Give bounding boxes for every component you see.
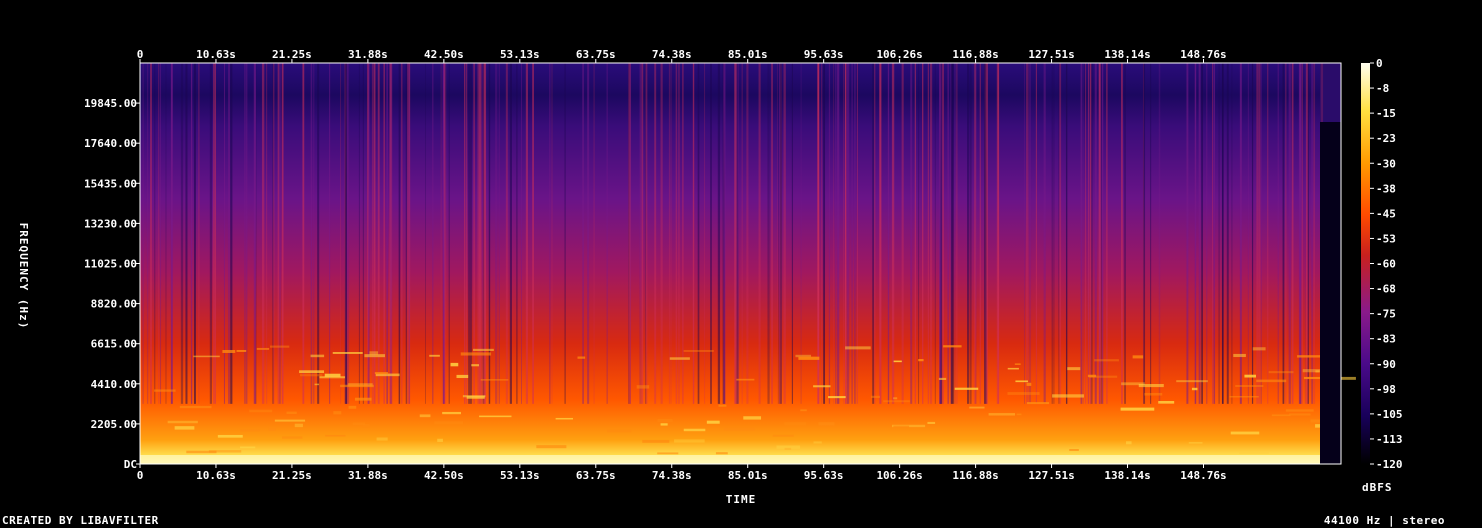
y-tick-label: 19845.00 [84, 97, 137, 110]
colorbar-tick-label: -8 [1376, 82, 1389, 95]
x-tick-label-bottom: 74.38s [652, 469, 692, 482]
y-tick-label: 13230.00 [84, 217, 137, 230]
x-tick-label-bottom: 148.76s [1180, 469, 1226, 482]
colorbar-tick-label: -38 [1376, 182, 1396, 195]
x-tick-label-top: 31.88s [348, 48, 388, 61]
colorbar-tick-label: -120 [1376, 458, 1403, 471]
y-tick-label: 2205.00 [91, 418, 137, 431]
colorbar-tick-label: -45 [1376, 207, 1396, 220]
x-tick-label-bottom: 10.63s [196, 469, 236, 482]
x-tick-label-top: 42.50s [424, 48, 464, 61]
colorbar-tick-label: 0 [1376, 57, 1383, 70]
colorbar-tick-label: -30 [1376, 157, 1396, 170]
x-tick-label-bottom: 95.63s [804, 469, 844, 482]
x-tick-label-top: 85.01s [728, 48, 768, 61]
spectrogram-chart: 0 10.63s 21.25s 31.88s 42.50s 53.13s 63.75s 74.… [17, 48, 1403, 506]
x-tick-label-top: 95.63s [804, 48, 844, 61]
x-axis-label: TIME [726, 493, 757, 506]
colorbar-tick-label: -15 [1376, 107, 1396, 120]
colorbar-tick-label: -23 [1376, 132, 1396, 145]
format-text: 44100 Hz | stereo [1323, 514, 1445, 527]
colorbar-tick-label: -90 [1376, 358, 1396, 371]
colorbar-tick-label: -68 [1376, 283, 1396, 296]
x-tick-label-bottom: 127.51s [1028, 469, 1074, 482]
x-tick-label-top: 116.88s [952, 48, 998, 61]
silence-region [1320, 122, 1341, 464]
x-tick-label-bottom: 53.13s [500, 469, 540, 482]
colorbar-tick-label: -98 [1376, 383, 1396, 396]
colorbar-tick-label: -53 [1376, 232, 1396, 245]
x-tick-label-bottom: 0 [137, 469, 144, 482]
x-tick-label-top: 0 [137, 48, 144, 61]
colorbar-tick-label: -83 [1376, 333, 1396, 346]
x-tick-label-bottom: 106.26s [876, 469, 922, 482]
y-tick-label: 11025.00 [84, 258, 137, 271]
x-tick-label-top: 63.75s [576, 48, 616, 61]
x-tick-label-bottom: 31.88s [348, 469, 388, 482]
spectrogram-fill [140, 63, 1320, 464]
y-tick-label: 4410.00 [91, 378, 137, 391]
y-tick-label: 15435.00 [84, 177, 137, 190]
colorbar-label: dBFS [1362, 481, 1393, 494]
y-tick-label: 8820.00 [91, 298, 137, 311]
x-tick-label-top: 10.63s [196, 48, 236, 61]
y-tick-label: DC [124, 458, 137, 471]
y-tick-label: 17640.00 [84, 137, 137, 150]
x-tick-label-top: 74.38s [652, 48, 692, 61]
credit-text: CREATED BY LIBAVFILTER [2, 514, 159, 527]
x-tick-label-top: 127.51s [1028, 48, 1074, 61]
x-tick-label-top: 53.13s [500, 48, 540, 61]
x-tick-label-bottom: 63.75s [576, 469, 616, 482]
y-axis-label: FREQUENCY (Hz) [17, 223, 30, 330]
x-ticks-bottom: 0 10.63s 21.25s 31.88s 42.50s 53.13s 63.75s 74.… [137, 464, 1227, 482]
colorbar [1361, 63, 1370, 464]
colorbar-tick-label: -113 [1376, 433, 1403, 446]
x-tick-label-top: 138.14s [1104, 48, 1150, 61]
colorbar-ticks: 0 -8 -15 -23 -30 -38 -45 -53 -60 -68 -75 -83 -90 -98 -… [1370, 57, 1403, 471]
x-tick-label-top: 21.25s [272, 48, 312, 61]
x-ticks-top: 0 10.63s 21.25s 31.88s 42.50s 53.13s 63.75s 74.… [137, 48, 1227, 63]
x-tick-label-bottom: 85.01s [728, 469, 768, 482]
x-tick-label-bottom: 116.88s [952, 469, 998, 482]
x-tick-label-top: 148.76s [1180, 48, 1226, 61]
x-tick-label-bottom: 21.25s [272, 469, 312, 482]
x-tick-label-top: 106.26s [876, 48, 922, 61]
y-tick-label: 6615.00 [91, 338, 137, 351]
colorbar-tick-label: -75 [1376, 308, 1396, 321]
x-tick-label-bottom: 42.50s [424, 469, 464, 482]
x-tick-label-bottom: 138.14s [1104, 469, 1150, 482]
colorbar-tick-label: -60 [1376, 258, 1396, 271]
y-ticks: DC 2205.00 4410.00 6615.00 8820.00 11025.00 13… [84, 97, 140, 471]
colorbar-tick-label: -105 [1376, 408, 1403, 421]
